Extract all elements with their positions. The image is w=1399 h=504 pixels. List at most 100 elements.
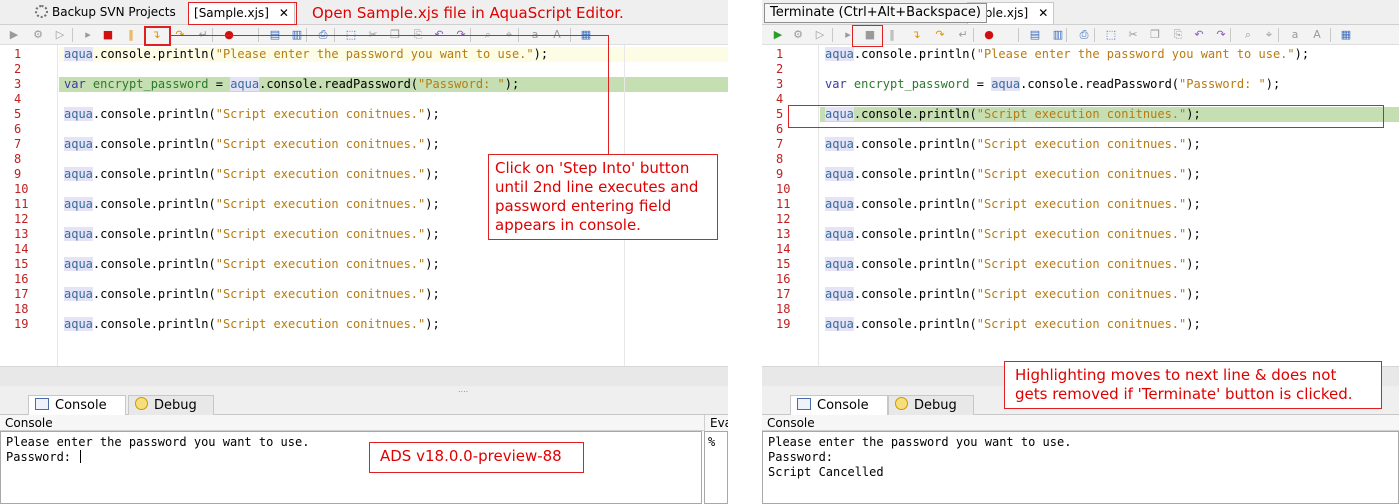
code-line[interactable]: aqua.console.println("Script execution c… — [59, 257, 728, 272]
redo-icon[interactable]: ↷ — [1213, 27, 1229, 43]
line-number-gutter: 1 2 3 4 5 6 7 8 9 10 11 12 13 14 15 16 17 18 19 — [0, 45, 58, 366]
password-prompt-line[interactable]: Password: — [6, 450, 82, 465]
copy-icon[interactable]: ❐ — [1147, 27, 1163, 43]
find-replace-icon[interactable]: ⌖ — [1261, 27, 1277, 43]
tab-debug[interactable]: Debug — [128, 395, 214, 415]
code-line-content: aqua.console.println("Script execution c… — [820, 137, 1201, 151]
code-line[interactable] — [59, 122, 728, 137]
paste-icon[interactable]: ⎘ — [1170, 27, 1186, 43]
code-token: aqua — [64, 257, 93, 271]
pause-icon[interactable]: ‖ — [123, 27, 139, 43]
code-token: ); — [1186, 137, 1201, 151]
code-line[interactable] — [820, 242, 1399, 257]
code-area[interactable]: aqua.console.println("Please enter the p… — [820, 45, 1399, 366]
code-token: ); — [504, 77, 520, 91]
code-token: "Script execution conitnues." — [215, 197, 426, 211]
code-line[interactable]: aqua.console.println("Script execution c… — [820, 227, 1399, 242]
code-line-content: aqua.console.println("Script execution c… — [59, 317, 440, 331]
code-line-content: aqua.console.println("Script execution c… — [59, 287, 440, 301]
code-line-content — [59, 302, 64, 316]
code-line[interactable] — [820, 182, 1399, 197]
find-icon[interactable]: ⌕ — [1240, 27, 1256, 43]
code-editor[interactable]: 1 2 3 4 5 6 7 8 9 10 11 12 13 14 15 16 17 18 19 aqua.conso… — [762, 45, 1399, 366]
undo-icon[interactable]: ↶ — [1191, 27, 1207, 43]
close-tab-icon[interactable]: ✕ — [1038, 6, 1048, 20]
print-icon[interactable]: ⎙ — [1076, 27, 1092, 43]
line-number: 2 — [776, 62, 784, 76]
toolbar-separator — [1094, 28, 1095, 42]
line-number-gutter: 1 2 3 4 5 6 7 8 9 10 11 12 13 14 15 16 17 18 19 — [762, 45, 819, 366]
eval-panel[interactable]: % — [704, 431, 728, 504]
tab-console[interactable]: Console — [790, 395, 888, 415]
code-token: aqua — [64, 47, 93, 61]
console-output[interactable]: Please enter the password you want to us… — [0, 431, 702, 504]
line-number: 7 — [14, 137, 22, 151]
console-output[interactable]: Please enter the password you want to us… — [762, 431, 1399, 504]
code-line[interactable]: aqua.console.println("Script execution c… — [59, 107, 728, 122]
code-line-content: aqua.console.println("Script execution c… — [820, 197, 1201, 211]
stop-icon[interactable]: ■ — [100, 27, 116, 43]
code-line[interactable]: aqua.console.println("Please enter the p… — [59, 47, 728, 62]
code-line-content: aqua.console.println("Script execution c… — [820, 167, 1201, 181]
pause-icon[interactable]: ‖ — [884, 27, 900, 43]
debug-run-icon[interactable]: ⚙ — [790, 27, 806, 43]
code-line-content: aqua.console.println("Please enter the p… — [820, 47, 1309, 61]
code-line[interactable]: aqua.console.println("Script execution c… — [59, 317, 728, 332]
svn-projects-icon — [35, 5, 48, 18]
console-line: Script Cancelled — [768, 465, 884, 479]
outline-icon[interactable]: ▦ — [1338, 27, 1354, 43]
code-line[interactable] — [820, 302, 1399, 317]
code-line[interactable] — [59, 92, 728, 107]
step-into-icon[interactable]: ↴ — [908, 27, 924, 43]
code-line[interactable] — [59, 302, 728, 317]
current-execution-line[interactable]: var encrypt_password = aqua.console.read… — [59, 77, 728, 92]
code-line[interactable] — [59, 242, 728, 257]
tab-debug[interactable]: Debug — [888, 395, 974, 415]
code-line[interactable]: var encrypt_password = aqua.console.read… — [820, 77, 1399, 92]
code-line[interactable]: aqua.console.println("Please enter the p… — [820, 47, 1399, 62]
tab-console[interactable]: Console — [28, 395, 126, 415]
run-icon[interactable]: ▶ — [770, 27, 786, 43]
code-line[interactable] — [820, 212, 1399, 227]
font-smaller-icon[interactable]: a — [1287, 27, 1303, 43]
save-icon[interactable]: ▤ — [1027, 27, 1043, 43]
panel-splitter[interactable]: .... — [0, 386, 728, 394]
code-line[interactable] — [59, 62, 728, 77]
select-icon[interactable]: ⬚ — [1103, 27, 1119, 43]
line-number: 7 — [776, 137, 784, 151]
breakpoint-icon[interactable]: ● — [981, 27, 997, 43]
save-all-icon[interactable]: ▥ — [1050, 27, 1066, 43]
resume-icon[interactable]: ▷ — [52, 27, 68, 43]
code-token: .console.println( — [853, 47, 977, 61]
tab-backup-svn-projects[interactable]: Backup SVN Projects — [30, 2, 181, 24]
font-larger-icon[interactable]: A — [1309, 27, 1325, 43]
resume-icon[interactable]: ▷ — [812, 27, 828, 43]
horizontal-scrollbar[interactable] — [0, 366, 728, 386]
code-line[interactable] — [820, 152, 1399, 167]
code-line-content — [59, 152, 64, 166]
code-line[interactable]: aqua.console.println("Script execution c… — [820, 167, 1399, 182]
tab-console-label: Console — [55, 398, 107, 413]
code-line[interactable]: aqua.console.println("Script execution c… — [820, 257, 1399, 272]
code-line[interactable] — [820, 272, 1399, 287]
code-line[interactable]: aqua.console.println("Script execution c… — [820, 137, 1399, 152]
code-line[interactable] — [59, 272, 728, 287]
line-number: 9 — [14, 167, 22, 181]
code-line[interactable]: aqua.console.println("Script execution c… — [820, 317, 1399, 332]
code-line[interactable]: aqua.console.println("Script execution c… — [59, 137, 728, 152]
line-number: 4 — [14, 92, 22, 106]
code-line[interactable] — [820, 62, 1399, 77]
step-icon[interactable]: ▸ — [80, 27, 96, 43]
code-token: .console.println( — [853, 197, 977, 211]
code-token: aqua — [64, 197, 93, 211]
debug-run-icon[interactable]: ⚙ — [30, 27, 46, 43]
step-over-icon[interactable]: ↷ — [932, 27, 948, 43]
run-icon[interactable]: ▶ — [6, 27, 22, 43]
cut-icon[interactable]: ✂ — [1125, 27, 1141, 43]
line-number: 10 — [776, 182, 791, 196]
code-token: aqua — [64, 167, 93, 181]
code-line[interactable]: aqua.console.println("Script execution c… — [820, 197, 1399, 212]
step-return-icon[interactable]: ↵ — [955, 27, 971, 43]
code-line[interactable]: aqua.console.println("Script execution c… — [59, 287, 728, 302]
code-line[interactable]: aqua.console.println("Script execution c… — [820, 287, 1399, 302]
